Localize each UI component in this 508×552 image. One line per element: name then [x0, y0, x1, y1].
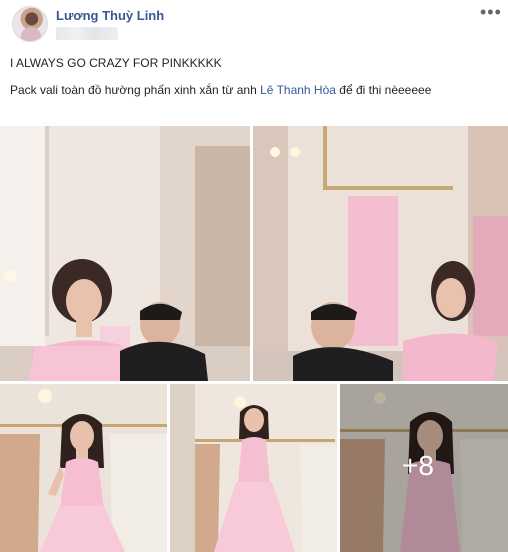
- photo-3[interactable]: [0, 384, 167, 552]
- post-timestamp-blurred: [56, 27, 118, 40]
- more-photos-count[interactable]: +8: [402, 450, 434, 482]
- more-options-icon[interactable]: •••: [480, 2, 502, 22]
- photo-2[interactable]: [253, 126, 508, 381]
- photo-2-image: [253, 126, 508, 381]
- photo-3-image: [0, 384, 167, 552]
- photo-1-image: [0, 126, 250, 381]
- photo-5[interactable]: +8: [340, 384, 508, 552]
- post-headline: I ALWAYS GO CRAZY FOR PINKKKKK: [10, 56, 222, 70]
- post-text: I ALWAYS GO CRAZY FOR PINKKKKK Pack vali…: [10, 55, 500, 98]
- post-body-before: Pack vali toàn đồ hường phấn xinh xắn từ…: [10, 83, 261, 97]
- post-header: Lương Thuỳ Linh •••: [0, 0, 508, 48]
- photo-4[interactable]: [170, 384, 337, 552]
- post-body-after: để đi thi nèeeeee: [335, 83, 432, 97]
- facebook-post: Lương Thuỳ Linh ••• I ALWAYS GO CRAZY FO…: [0, 0, 508, 552]
- photo-1[interactable]: [0, 126, 250, 381]
- post-body: Pack vali toàn đồ hường phấn xinh xắn từ…: [10, 82, 500, 98]
- tagged-person-link[interactable]: Lê Thanh Hòa: [260, 83, 336, 97]
- author-name[interactable]: Lương Thuỳ Linh: [56, 8, 164, 23]
- photo-4-image: [170, 384, 337, 552]
- author-avatar[interactable]: [12, 6, 48, 42]
